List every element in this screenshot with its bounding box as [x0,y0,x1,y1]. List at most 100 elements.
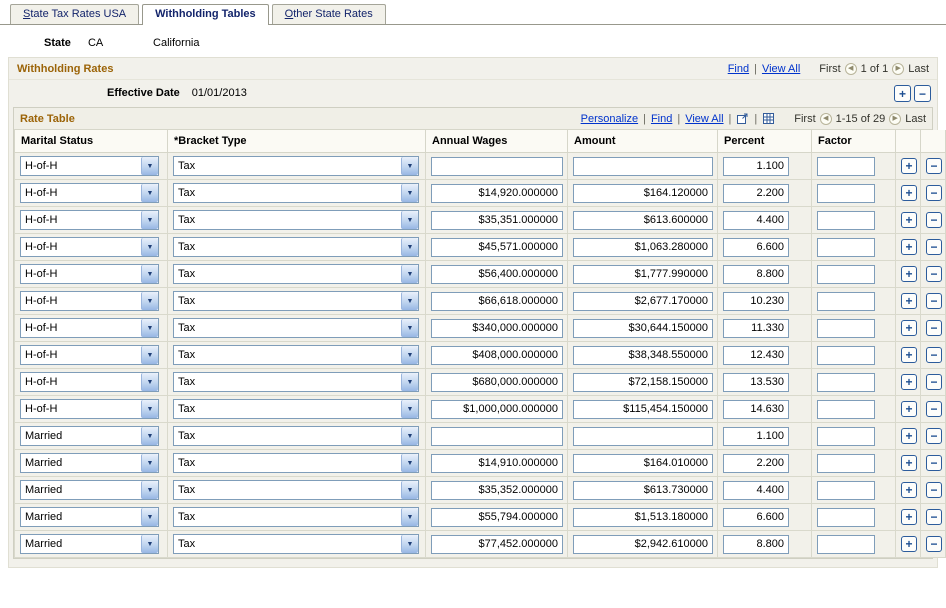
percent-input[interactable] [723,238,789,257]
annual-wages-input[interactable] [431,454,563,473]
amount-input[interactable] [573,211,713,230]
percent-input[interactable] [723,211,789,230]
next-arrow-icon[interactable]: ▶ [889,113,901,125]
amount-input[interactable] [573,238,713,257]
effdt-remove-button[interactable]: − [914,85,931,102]
add-row-button[interactable]: + [901,293,917,309]
amount-input[interactable] [573,508,713,527]
bracket-type-select[interactable]: Tax ▼ [173,453,419,473]
annual-wages-input[interactable] [431,427,563,446]
amount-input[interactable] [573,292,713,311]
marital-status-select[interactable]: H-of-H ▼ [20,183,159,203]
amount-input[interactable] [573,346,713,365]
bracket-type-select[interactable]: Tax ▼ [173,183,419,203]
bracket-type-select[interactable]: Tax ▼ [173,210,419,230]
marital-status-select[interactable]: Married ▼ [20,426,159,446]
marital-status-select[interactable]: H-of-H ▼ [20,291,159,311]
bracket-type-select[interactable]: Tax ▼ [173,345,419,365]
add-row-button[interactable]: + [901,320,917,336]
bracket-type-select[interactable]: Tax ▼ [173,264,419,284]
percent-input[interactable] [723,157,789,176]
percent-input[interactable] [723,508,789,527]
marital-status-select[interactable]: Married ▼ [20,534,159,554]
factor-input[interactable] [817,400,875,419]
bracket-type-select[interactable]: Tax ▼ [173,399,419,419]
bracket-type-select[interactable]: Tax ▼ [173,318,419,338]
delete-row-button[interactable]: − [926,347,942,363]
percent-input[interactable] [723,319,789,338]
marital-status-select[interactable]: Married ▼ [20,507,159,527]
marital-status-select[interactable]: H-of-H ▼ [20,156,159,176]
percent-input[interactable] [723,481,789,500]
marital-status-select[interactable]: H-of-H ▼ [20,345,159,365]
view-all-link[interactable]: View All [685,113,723,125]
factor-input[interactable] [817,319,875,338]
view-all-link[interactable]: View All [762,63,800,75]
marital-status-select[interactable]: H-of-H ▼ [20,237,159,257]
annual-wages-input[interactable] [431,157,563,176]
bracket-type-select[interactable]: Tax ▼ [173,156,419,176]
amount-input[interactable] [573,373,713,392]
delete-row-button[interactable]: − [926,320,942,336]
pager-last[interactable]: Last [905,113,926,125]
amount-input[interactable] [573,454,713,473]
find-link[interactable]: Find [728,63,749,75]
amount-input[interactable] [573,319,713,338]
delete-row-button[interactable]: − [926,428,942,444]
delete-row-button[interactable]: − [926,185,942,201]
factor-input[interactable] [817,238,875,257]
factor-input[interactable] [817,346,875,365]
factor-input[interactable] [817,265,875,284]
annual-wages-input[interactable] [431,292,563,311]
bracket-type-select[interactable]: Tax ▼ [173,291,419,311]
factor-input[interactable] [817,508,875,527]
factor-input[interactable] [817,184,875,203]
annual-wages-input[interactable] [431,373,563,392]
amount-input[interactable] [573,427,713,446]
marital-status-select[interactable]: H-of-H ▼ [20,318,159,338]
prev-arrow-icon[interactable]: ◀ [845,63,857,75]
annual-wages-input[interactable] [431,238,563,257]
percent-input[interactable] [723,535,789,554]
amount-input[interactable] [573,157,713,176]
factor-input[interactable] [817,292,875,311]
bracket-type-select[interactable]: Tax ▼ [173,507,419,527]
popup-window-icon[interactable] [736,112,749,125]
delete-row-button[interactable]: − [926,239,942,255]
amount-input[interactable] [573,535,713,554]
delete-row-button[interactable]: − [926,158,942,174]
percent-input[interactable] [723,184,789,203]
add-row-button[interactable]: + [901,239,917,255]
percent-input[interactable] [723,265,789,284]
add-row-button[interactable]: + [901,482,917,498]
tab-withholding-tables[interactable]: Withholding Tables [142,4,269,25]
factor-input[interactable] [817,373,875,392]
add-row-button[interactable]: + [901,455,917,471]
next-arrow-icon[interactable]: ▶ [892,63,904,75]
factor-input[interactable] [817,454,875,473]
amount-input[interactable] [573,481,713,500]
marital-status-select[interactable]: Married ▼ [20,480,159,500]
personalize-link[interactable]: Personalize [581,113,638,125]
annual-wages-input[interactable] [431,481,563,500]
pager-last[interactable]: Last [908,63,929,75]
pager-first[interactable]: First [794,113,815,125]
factor-input[interactable] [817,481,875,500]
amount-input[interactable] [573,184,713,203]
annual-wages-input[interactable] [431,211,563,230]
bracket-type-select[interactable]: Tax ▼ [173,534,419,554]
add-row-button[interactable]: + [901,347,917,363]
add-row-button[interactable]: + [901,266,917,282]
marital-status-select[interactable]: H-of-H ▼ [20,399,159,419]
delete-row-button[interactable]: − [926,401,942,417]
annual-wages-input[interactable] [431,184,563,203]
factor-input[interactable] [817,211,875,230]
amount-input[interactable] [573,400,713,419]
add-row-button[interactable]: + [901,158,917,174]
add-row-button[interactable]: + [901,401,917,417]
add-row-button[interactable]: + [901,185,917,201]
delete-row-button[interactable]: − [926,374,942,390]
factor-input[interactable] [817,157,875,176]
delete-row-button[interactable]: − [926,212,942,228]
delete-row-button[interactable]: − [926,482,942,498]
